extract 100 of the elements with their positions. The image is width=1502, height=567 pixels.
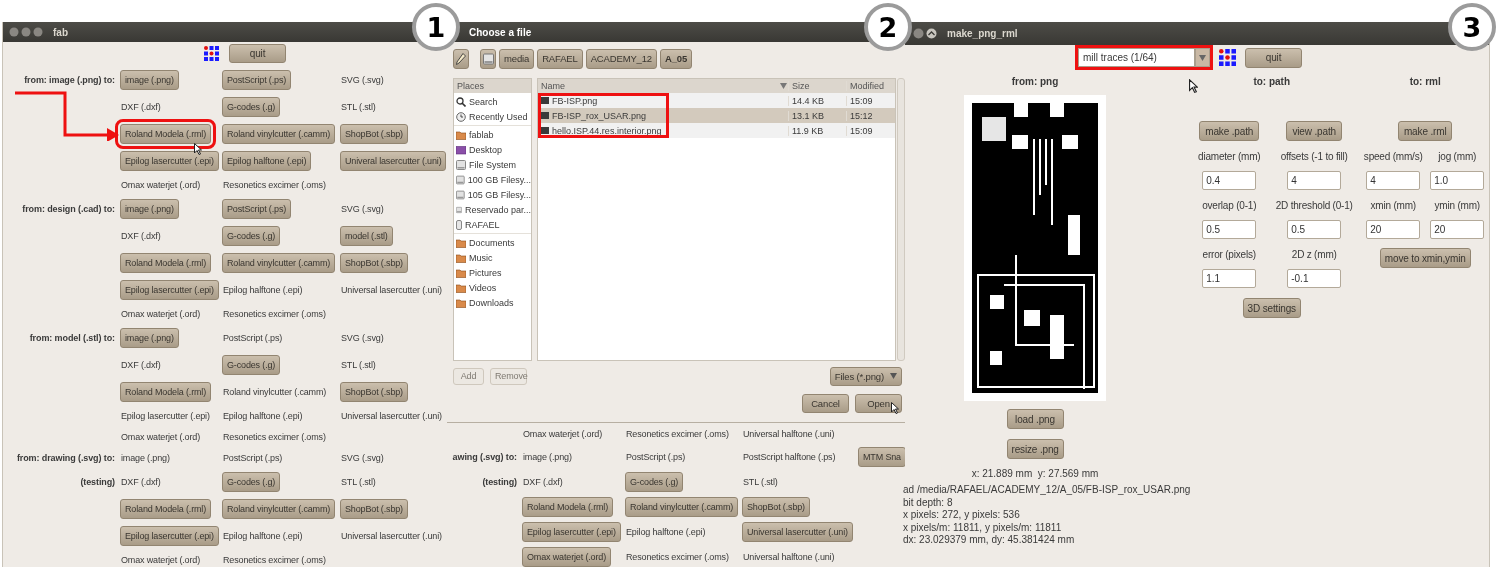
info-line: x pixels/m: 11811, y pixels/m: 11811 <box>903 521 1062 534</box>
quit-button[interactable]: quit <box>229 44 286 63</box>
format-button[interactable]: Roland Modela (.rml) <box>522 496 614 517</box>
format-button[interactable]: image (.png) <box>120 198 179 219</box>
input-field[interactable]: 0.5 <box>1287 220 1342 239</box>
format-label: Universal lasercutter (.uni) <box>340 530 442 541</box>
format-button[interactable]: Roland vinylcutter (.camm) <box>625 496 739 517</box>
move-button[interactable]: move to xmin,ymin <box>1379 248 1471 268</box>
scrollbar[interactable] <box>897 78 905 361</box>
column-header[interactable]: Size <box>788 81 846 91</box>
input-field[interactable]: 1.1 <box>1202 269 1257 288</box>
format-button[interactable]: Epilog halftone (.epi) <box>222 150 312 171</box>
format-button[interactable]: Epilog lasercutter (.epi) <box>120 279 219 300</box>
column-header[interactable]: Name <box>538 81 780 91</box>
format-button[interactable]: Epilog lasercutter (.epi) <box>120 525 219 546</box>
make-rml-button[interactable]: make .rml <box>1397 121 1453 141</box>
format-button[interactable]: Universal lasercutter (.uni) <box>742 521 853 542</box>
column-header[interactable]: Modified <box>846 81 894 91</box>
format-label: Epilog halftone (.epi) <box>222 410 303 421</box>
format-button[interactable]: Roland Modela (.rml) <box>120 252 212 273</box>
format-button[interactable]: PostScript (.ps) <box>222 69 292 90</box>
drive-button[interactable] <box>480 48 496 69</box>
dialog-button[interactable]: Open <box>855 394 902 413</box>
format-button[interactable]: G-codes (.g) <box>222 225 281 246</box>
place-item[interactable]: Videos <box>454 280 531 295</box>
place-item[interactable]: Desktop <box>454 142 531 157</box>
place-item[interactable]: 100 GB Filesy... <box>454 172 531 187</box>
format-label: SVG (.svg) <box>340 452 384 463</box>
place-item[interactable]: Downloads <box>454 295 531 310</box>
window-controls-icon[interactable] <box>913 28 937 39</box>
image-action-button[interactable]: load .png <box>1006 409 1064 429</box>
input-field[interactable]: 4 <box>1366 171 1421 190</box>
quit-button[interactable]: quit <box>1245 47 1302 68</box>
format-label: STL (.stl) <box>340 359 376 370</box>
path-button[interactable]: A_05 <box>660 48 693 69</box>
row-label: from: drawing (.svg) to: <box>15 452 116 463</box>
place-item[interactable]: Search <box>454 94 531 109</box>
input-field[interactable]: -0.1 <box>1287 269 1342 288</box>
format-label: Resonetics excimer (.oms) <box>222 554 326 565</box>
place-item[interactable]: Music <box>454 250 531 265</box>
format-label: Epilog halftone (.epi) <box>222 284 303 295</box>
place-item[interactable]: File System <box>454 157 531 172</box>
format-button[interactable]: Roland vinylcutter (.camm) <box>222 252 336 273</box>
format-button[interactable]: G-codes (.g) <box>222 471 281 492</box>
format-button[interactable]: image (.png) <box>120 69 179 90</box>
format-button[interactable]: Roland Modela (.rml) <box>120 498 212 519</box>
folder-icon <box>456 252 466 263</box>
field-label: 2D z (mm) <box>1291 248 1337 261</box>
format-button[interactable]: G-codes (.g) <box>222 96 281 117</box>
path-action-button[interactable]: make .path <box>1199 121 1260 141</box>
format-label: Omax waterjet (.ord) <box>120 431 201 442</box>
format-button[interactable]: ShopBot (.sbp) <box>742 496 810 517</box>
format-button[interactable]: MTM Sna <box>858 446 906 467</box>
input-field[interactable]: 20 <box>1430 220 1485 239</box>
input-field[interactable]: 4 <box>1287 171 1342 190</box>
place-item[interactable]: Reservado par... <box>454 202 531 217</box>
format-button[interactable]: Epilog lasercutter (.epi) <box>522 521 621 542</box>
edit-path-button[interactable] <box>453 48 469 69</box>
window-controls-icon[interactable] <box>9 27 43 37</box>
place-item[interactable]: Pictures <box>454 265 531 280</box>
filter-dropdown[interactable]: Files (*.png) <box>829 366 902 386</box>
settings-button[interactable]: 3D settings <box>1242 298 1301 318</box>
place-item[interactable]: Recently Used <box>454 109 531 124</box>
format-button[interactable]: model (.stl) <box>340 225 393 246</box>
file-modified: 15:09 <box>846 125 894 136</box>
format-button[interactable]: Roland vinylcutter (.camm) <box>222 498 336 519</box>
format-label: PostScript (.ps) <box>625 451 686 462</box>
format-button[interactable]: G-codes (.g) <box>625 471 684 492</box>
input-field[interactable]: 20 <box>1366 220 1421 239</box>
format-button[interactable]: G-codes (.g) <box>222 354 281 375</box>
format-button[interactable]: Omax waterjet (.ord) <box>522 546 612 567</box>
place-item[interactable]: fablab <box>454 127 531 142</box>
row-label: (testing) <box>79 476 116 487</box>
field-label: speed (mm/s) <box>1363 150 1423 163</box>
input-field[interactable]: 0.5 <box>1202 220 1257 239</box>
format-button[interactable]: ShopBot (.sbp) <box>340 498 408 519</box>
path-button[interactable]: RAFAEL <box>537 48 583 69</box>
input-field[interactable]: 1.0 <box>1430 171 1485 190</box>
file-row[interactable]: FB-ISP_rox_USAR.png 13.1 KB 15:12 <box>538 108 895 123</box>
image-action-button[interactable]: resize .png <box>1006 439 1064 459</box>
dialog-button[interactable]: Cancel <box>802 394 849 413</box>
format-button[interactable]: Univeral lasercutter (.uni) <box>340 150 447 171</box>
format-button[interactable]: ShopBot (.sbp) <box>340 123 408 144</box>
place-item[interactable]: 105 GB Filesy... <box>454 187 531 202</box>
path-button[interactable]: ACADEMY_12 <box>585 48 657 69</box>
place-item[interactable]: RAFAEL <box>454 217 531 232</box>
path-action-button[interactable]: view .path <box>1286 121 1342 141</box>
input-field[interactable]: 0.4 <box>1202 171 1257 190</box>
path-button[interactable]: media <box>499 48 535 69</box>
format-button[interactable]: Roland vinylcutter (.camm) <box>222 123 336 144</box>
format-button[interactable]: ShopBot (.sbp) <box>340 252 408 273</box>
column-heading: from: png <box>1011 76 1059 89</box>
place-item[interactable]: Documents <box>454 235 531 250</box>
format-button[interactable]: ShopBot (.sbp) <box>340 381 408 402</box>
format-button[interactable]: PostScript (.ps) <box>222 198 292 219</box>
format-button[interactable]: Epilog lasercutter (.epi) <box>120 150 219 171</box>
format-label: Resonetics excimer (.oms) <box>625 428 729 439</box>
format-button[interactable]: Roland Modela (.rml) <box>120 381 212 402</box>
row-label: (testing) <box>481 476 518 487</box>
format-button[interactable]: image (.png) <box>120 327 179 348</box>
